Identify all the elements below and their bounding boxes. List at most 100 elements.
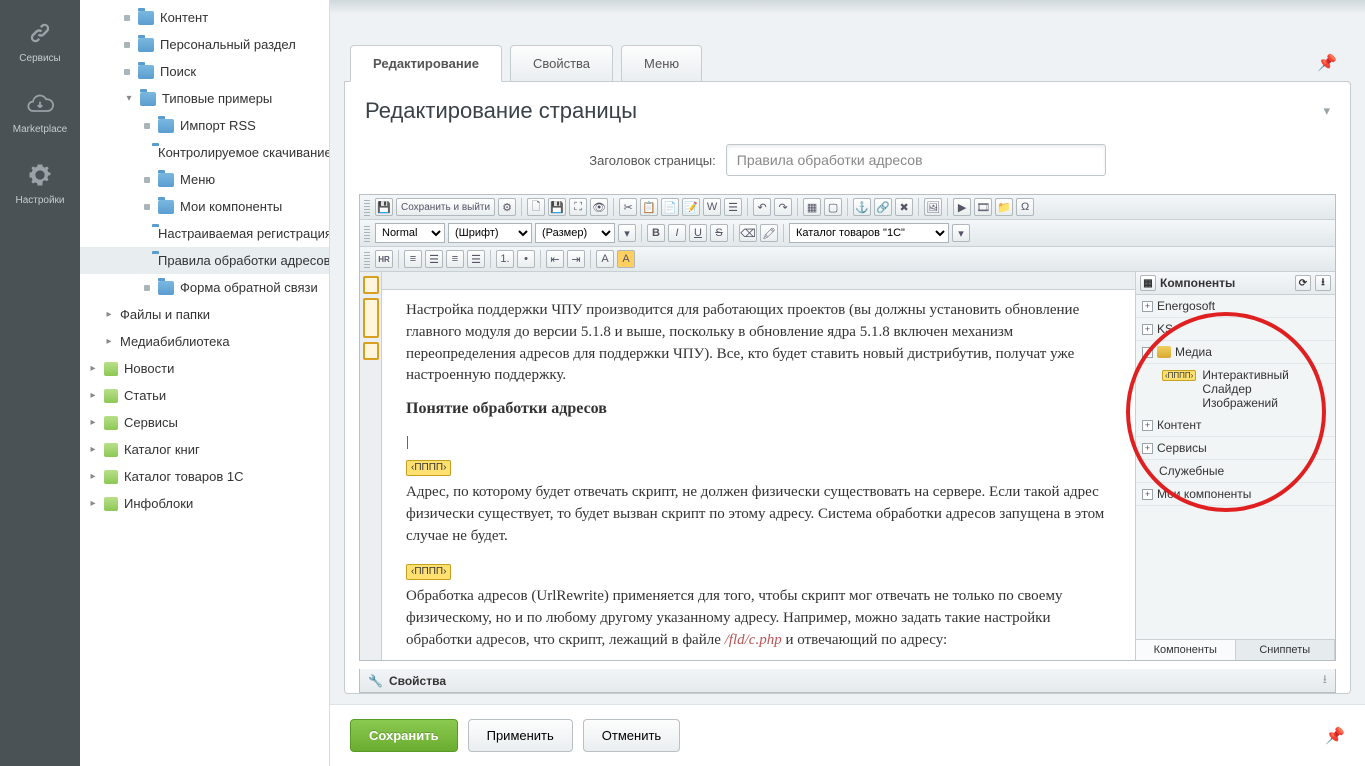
save-doc-icon[interactable]: 💾 (375, 198, 393, 216)
chevron-right-icon[interactable]: ▸ (104, 310, 114, 320)
file-icon[interactable]: 📁 (995, 198, 1013, 216)
chevron-right-icon[interactable]: ▸ (104, 337, 114, 347)
tree-item[interactable]: ▸Статьи (80, 382, 329, 409)
list-ol-icon[interactable]: 1. (496, 250, 514, 268)
unlink-icon[interactable]: ✖ (895, 198, 913, 216)
tree-item[interactable]: Поиск (80, 58, 329, 85)
tree-item[interactable]: ▸Медиабиблиотека (80, 328, 329, 355)
outdent-icon[interactable]: ⇤ (546, 250, 564, 268)
component-category[interactable]: +Energosoft (1136, 295, 1335, 318)
media-icon[interactable]: 🎞 (974, 198, 992, 216)
download-icon[interactable]: ⭳ (1315, 275, 1331, 291)
align-justify-icon[interactable]: ☰ (467, 250, 485, 268)
align-left-icon[interactable]: ≡ (404, 250, 422, 268)
component-placeholder[interactable]: ‹ПППП› (406, 460, 451, 477)
list-ul-icon[interactable]: • (517, 250, 535, 268)
snippet-more-icon[interactable]: ▾ (952, 224, 970, 242)
tree-item[interactable]: ▸Сервисы (80, 409, 329, 436)
strike-icon[interactable]: S (710, 224, 728, 242)
properties-bar[interactable]: 🔧 Свойства ⭳ (359, 669, 1336, 693)
sidebar-services[interactable]: Сервисы (0, 5, 80, 76)
tree-item[interactable]: Персональный раздел (80, 31, 329, 58)
tree-item[interactable]: ▸Инфоблоки (80, 490, 329, 517)
expand-icon[interactable]: + (1142, 443, 1153, 454)
template-block-icon[interactable] (363, 276, 379, 294)
tree-item[interactable]: Меню (80, 166, 329, 193)
component-category[interactable]: +Сервисы (1136, 437, 1335, 460)
chevron-right-icon[interactable]: ▸ (88, 472, 98, 482)
tree-item[interactable]: ▾Типовые примеры (80, 85, 329, 112)
expand-icon[interactable]: + (1142, 324, 1153, 335)
undo-icon[interactable]: ↶ (753, 198, 771, 216)
insert-icon[interactable]: ▢ (824, 198, 842, 216)
tree-item[interactable]: ▸Каталог товаров 1С (80, 463, 329, 490)
chevron-right-icon[interactable]: ▸ (88, 445, 98, 455)
expand-icon[interactable]: + (1142, 489, 1153, 500)
pin-icon[interactable]: 📌 (1325, 726, 1345, 746)
settings-icon[interactable]: ⚙ (498, 198, 516, 216)
expand-icon[interactable]: + (1142, 301, 1153, 312)
bold-icon[interactable]: B (647, 224, 665, 242)
select-all-icon[interactable]: ☰ (724, 198, 742, 216)
chevron-right-icon[interactable]: ▸ (88, 364, 98, 374)
chevron-right-icon[interactable]: ▸ (88, 418, 98, 428)
copy-icon[interactable]: 📋 (640, 198, 658, 216)
snippets-tab[interactable]: Сниппеты (1236, 640, 1336, 660)
component-select[interactable]: Каталог товаров "1С" (789, 223, 949, 243)
expand-icon[interactable]: + (1142, 420, 1153, 431)
indent-icon[interactable]: ⇥ (567, 250, 585, 268)
anchor-icon[interactable]: ⚓ (853, 198, 871, 216)
save-icon[interactable]: 💾 (548, 198, 566, 216)
chevron-down-icon[interactable]: ▾ (124, 94, 134, 104)
color-icon[interactable]: A (596, 250, 614, 268)
font-select[interactable]: (Шрифт) (448, 223, 532, 243)
components-tab[interactable]: Компоненты (1136, 640, 1236, 660)
tree-item[interactable]: Контролируемое скачивание (80, 139, 329, 166)
tree-item[interactable]: ▸Каталог книг (80, 436, 329, 463)
collapse-icon[interactable]: ▾ (1323, 103, 1330, 119)
format-select[interactable]: Normal (375, 223, 445, 243)
file-tree[interactable]: КонтентПерсональный разделПоиск▾Типовые … (80, 0, 330, 766)
tree-item[interactable]: Контент (80, 4, 329, 31)
component-category[interactable]: +Контент (1136, 414, 1335, 437)
page-title-input[interactable] (726, 144, 1106, 176)
table-icon[interactable]: ▦ (803, 198, 821, 216)
template-block-icon[interactable] (363, 298, 379, 338)
tree-item[interactable]: ▸Новости (80, 355, 329, 382)
save-exit-button[interactable]: Сохранить и выйти (396, 198, 495, 216)
bgcolor-icon[interactable]: A (617, 250, 635, 268)
new-icon[interactable]: 🗋 (527, 198, 545, 216)
pin-icon[interactable]: 📌 (1309, 45, 1345, 81)
component-item-slider[interactable]: ‹ПППП›Интерактивный Слайдер Изображений (1136, 364, 1335, 414)
sidebar-marketplace[interactable]: Marketplace (0, 76, 80, 147)
tree-item[interactable]: Форма обратной связи (80, 274, 329, 301)
align-center-icon[interactable]: ☰ (425, 250, 443, 268)
tab-properties[interactable]: Свойства (510, 45, 613, 81)
paste-text-icon[interactable]: 📝 (682, 198, 700, 216)
save-button[interactable]: Сохранить (350, 719, 458, 752)
template-block-icon[interactable] (363, 342, 379, 360)
tree-item[interactable]: Правила обработки адресов (80, 247, 329, 274)
component-category[interactable]: +KS (1136, 318, 1335, 341)
cancel-button[interactable]: Отменить (583, 719, 680, 752)
fullscreen-icon[interactable]: ⛶ (569, 198, 587, 216)
tree-item[interactable]: Настраиваемая регистрация (80, 220, 329, 247)
preview-icon[interactable]: 👁 (590, 198, 608, 216)
paste-icon[interactable]: 📄 (661, 198, 679, 216)
tree-item[interactable]: Импорт RSS (80, 112, 329, 139)
more-icon[interactable]: ▾ (618, 224, 636, 242)
tree-item[interactable]: Мои компоненты (80, 193, 329, 220)
size-select[interactable]: (Размер) (535, 223, 615, 243)
collapse-icon[interactable]: ⭳ (1323, 670, 1327, 691)
component-category-media[interactable]: -Медиа (1136, 341, 1335, 364)
apply-button[interactable]: Применить (468, 719, 573, 752)
chevron-right-icon[interactable]: ▸ (88, 499, 98, 509)
underline-icon[interactable]: U (689, 224, 707, 242)
collapse-icon[interactable]: - (1142, 347, 1153, 358)
editor-content[interactable]: Настройка поддержки ЧПУ производится для… (382, 290, 1135, 660)
cut-icon[interactable]: ✂ (619, 198, 637, 216)
tree-item[interactable]: ▸Файлы и папки (80, 301, 329, 328)
component-category[interactable]: +Мои компоненты (1136, 483, 1335, 506)
italic-icon[interactable]: I (668, 224, 686, 242)
refresh-icon[interactable]: ⟳ (1295, 275, 1311, 291)
